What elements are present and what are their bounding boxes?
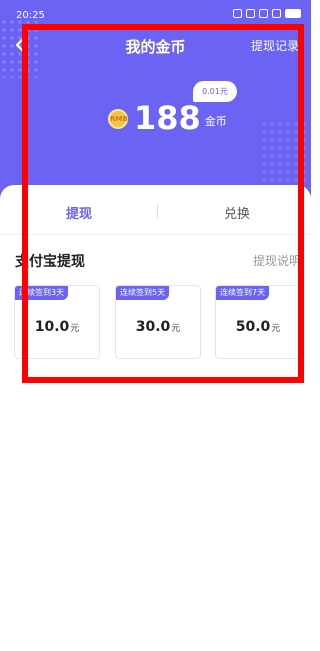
status-icons — [233, 9, 301, 18]
signal-icon — [259, 9, 268, 18]
option-amount-unit: 元 — [70, 324, 80, 334]
option-amount: 50.0元 — [216, 316, 300, 335]
withdraw-option-50[interactable]: 连续签到7天 50.0元 — [215, 285, 301, 359]
dot-pattern — [260, 120, 311, 190]
option-tag: 连续签到5天 — [116, 286, 170, 300]
withdraw-option-30[interactable]: 连续签到5天 30.0元 — [115, 285, 201, 359]
tab-bar: 提现 兑换 — [0, 185, 311, 235]
wifi-icon — [272, 9, 281, 18]
status-bar: 20:25 — [0, 0, 311, 26]
option-tag: 连续签到3天 — [15, 286, 69, 300]
tab-exchange[interactable]: 兑换 — [224, 203, 250, 222]
battery-icon — [285, 9, 301, 18]
coin-icon: RMB — [108, 109, 128, 129]
tab-withdraw[interactable]: 提现 — [66, 203, 92, 222]
header-banner: 20:25 我的金币 提现记录 0.01元 RMB 188 金币 — [0, 0, 311, 215]
withdraw-options: 连续签到3天 10.0元 连续签到5天 30.0元 连续签到7天 50.0元 — [0, 285, 311, 361]
option-amount: 30.0元 — [116, 316, 200, 335]
option-amount-unit: 元 — [171, 324, 181, 334]
tab-divider — [157, 204, 158, 218]
content-card: 提现 兑换 支付宝提现 提现说明 连续签到3天 10.0元 连续签到5天 30.… — [0, 185, 311, 651]
option-amount-value: 30.0 — [135, 319, 171, 335]
status-time: 20:25 — [16, 10, 45, 21]
option-tag: 连续签到7天 — [216, 286, 270, 300]
withdraw-option-10[interactable]: 连续签到3天 10.0元 — [14, 285, 100, 359]
withdraw-help-link[interactable]: 提现说明 — [253, 252, 301, 269]
option-amount: 10.0元 — [15, 316, 99, 335]
section-title: 支付宝提现 — [15, 254, 85, 270]
option-amount-value: 10.0 — [34, 319, 70, 335]
option-amount-unit: 元 — [271, 324, 281, 334]
coin-unit: 金币 — [204, 115, 227, 128]
bluetooth-icon — [246, 9, 255, 18]
option-amount-value: 50.0 — [235, 319, 271, 335]
coin-amount: 188 — [134, 99, 201, 137]
withdraw-record-link[interactable]: 提现记录 — [251, 37, 299, 54]
divider — [0, 234, 311, 235]
alarm-icon — [233, 9, 242, 18]
coin-balance: RMB 188 金币 — [108, 100, 227, 136]
